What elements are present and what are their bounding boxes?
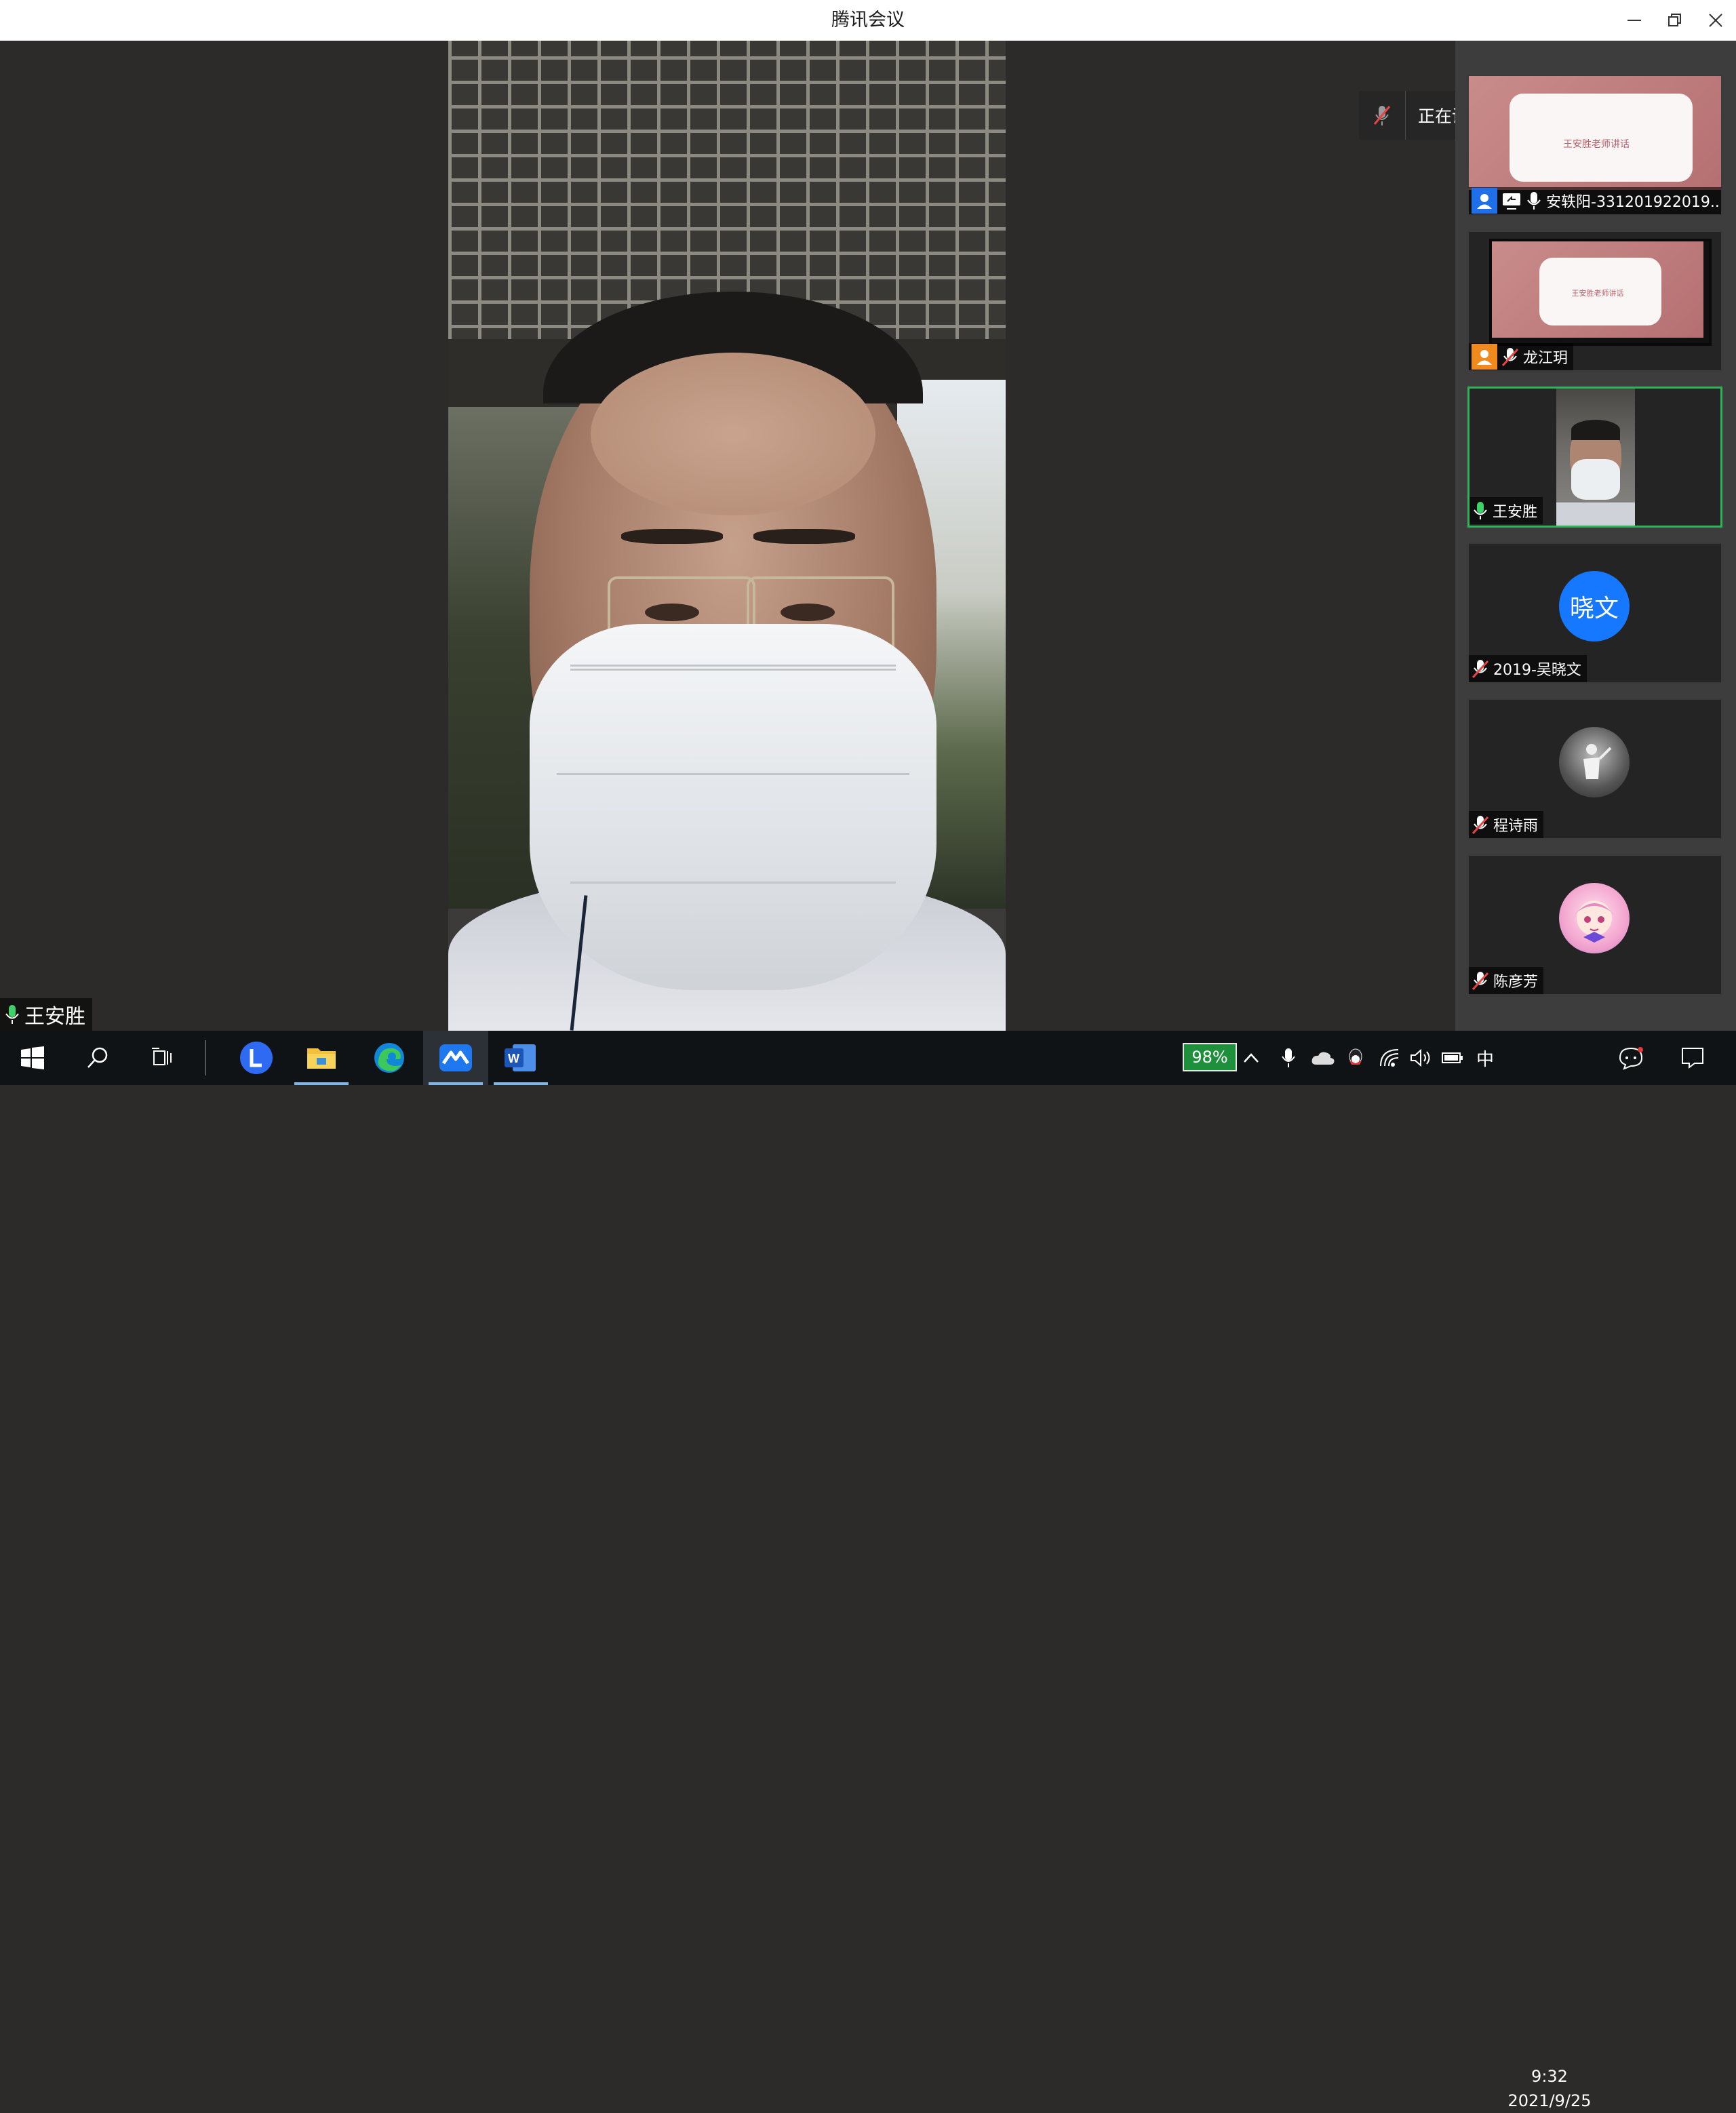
participant-name: 龙江玥 bbox=[1523, 350, 1569, 367]
participant-name: 陈彦芳 bbox=[1493, 974, 1539, 991]
participant-tile-active[interactable]: 王安胜 bbox=[1467, 387, 1722, 528]
participant-name: 程诗雨 bbox=[1493, 818, 1539, 835]
clock-time: 9:32 bbox=[1531, 2067, 1568, 2086]
avatar bbox=[1559, 883, 1630, 953]
mic-muted-icon bbox=[1472, 816, 1489, 835]
tray-battery-button[interactable] bbox=[1439, 1031, 1466, 1085]
tray-assistant-button[interactable] bbox=[1614, 1031, 1648, 1085]
participant-camera-thumbnail bbox=[1556, 389, 1635, 526]
word-icon: W bbox=[505, 1044, 536, 1071]
participant-name: 王安胜 bbox=[1493, 504, 1538, 521]
qq-penguin-icon bbox=[1349, 1048, 1362, 1065]
cohost-icon bbox=[1472, 344, 1497, 370]
wifi-icon bbox=[1380, 1049, 1399, 1067]
speaker-volume-icon bbox=[1410, 1048, 1430, 1067]
lark-app-button[interactable] bbox=[224, 1031, 289, 1085]
tray-volume-button[interactable] bbox=[1408, 1031, 1435, 1085]
tray-microphone-button[interactable] bbox=[1275, 1031, 1302, 1085]
participant-tile[interactable]: 王安胜老师讲话 龙江玥 bbox=[1467, 231, 1722, 372]
avatar-anime-icon bbox=[1574, 901, 1615, 943]
edge-button[interactable] bbox=[357, 1031, 422, 1085]
windows-start-icon bbox=[21, 1046, 44, 1069]
notification-icon bbox=[1682, 1048, 1703, 1069]
tray-network-button[interactable] bbox=[1377, 1031, 1404, 1085]
chevron-up-icon bbox=[1244, 1053, 1259, 1063]
mic-muted-icon bbox=[1501, 348, 1519, 367]
taskbar: W 中 9:32 2021/9/25 bbox=[0, 1031, 1736, 2110]
ime-indicator[interactable]: 中 bbox=[1472, 1031, 1499, 1085]
participant-name: 2019-吴晓文 bbox=[1493, 662, 1581, 679]
participant-sidebar[interactable]: 王安胜老师讲话 安轶阳-331201922019... 王安胜老师讲话 龙江玥 … bbox=[1455, 41, 1736, 1031]
participant-tile[interactable]: 晓文 2019-吴晓文 bbox=[1467, 542, 1722, 684]
cloud-icon bbox=[1311, 1052, 1335, 1065]
mic-muted-icon bbox=[1472, 972, 1489, 991]
file-explorer-icon bbox=[307, 1048, 336, 1069]
main-speaker-tag: 王安胜 bbox=[0, 998, 92, 1031]
tray-qq-button[interactable] bbox=[1343, 1031, 1368, 1085]
face-mask bbox=[530, 624, 936, 990]
lark-icon bbox=[240, 1042, 273, 1074]
minimize-button[interactable] bbox=[1614, 0, 1655, 41]
clock-date: 2021/9/25 bbox=[1507, 2091, 1592, 2110]
shared-slide-thumbnail: 王安胜老师讲话 bbox=[1469, 76, 1721, 190]
start-button[interactable] bbox=[0, 1031, 65, 1085]
show-hidden-icons-button[interactable] bbox=[1241, 1031, 1261, 1085]
edge-icon bbox=[374, 1043, 404, 1073]
mic-icon bbox=[1527, 192, 1541, 210]
chat-bubble-icon bbox=[1619, 1047, 1643, 1070]
participant-tile[interactable]: 程诗雨 bbox=[1467, 698, 1722, 840]
tray-onedrive-button[interactable] bbox=[1309, 1031, 1337, 1085]
main-video-feed[interactable] bbox=[448, 41, 1006, 1031]
title-bar: 腾讯会议 bbox=[0, 0, 1736, 41]
search-button[interactable] bbox=[65, 1031, 130, 1085]
close-button[interactable] bbox=[1695, 0, 1736, 41]
host-icon bbox=[1472, 188, 1497, 214]
monitor-thumbnail: 王安胜老师讲话 bbox=[1489, 239, 1712, 346]
screen-share-icon bbox=[1503, 193, 1520, 210]
word-button[interactable]: W bbox=[488, 1031, 553, 1085]
participant-tile[interactable]: 王安胜老师讲话 安轶阳-331201922019... bbox=[1467, 75, 1722, 216]
task-view-button[interactable] bbox=[130, 1031, 195, 1085]
tencent-meeting-button[interactable] bbox=[423, 1031, 488, 1085]
participant-tile[interactable]: 陈彦芳 bbox=[1467, 854, 1722, 995]
main-speaker-name: 王安胜 bbox=[24, 1005, 85, 1029]
svg-text:W: W bbox=[508, 1052, 519, 1065]
avatar: 晓文 bbox=[1559, 571, 1630, 641]
restore-icon bbox=[1668, 14, 1681, 26]
participant-name: 安轶阳-331201922019... bbox=[1546, 194, 1722, 211]
mic-muted-icon bbox=[1472, 660, 1489, 679]
close-icon bbox=[1709, 14, 1722, 27]
mic-icon bbox=[1474, 502, 1487, 519]
restore-button[interactable] bbox=[1655, 0, 1695, 41]
mic-icon bbox=[1282, 1048, 1295, 1067]
battery-icon bbox=[1442, 1052, 1463, 1063]
minimize-icon bbox=[1628, 20, 1641, 21]
search-icon bbox=[87, 1047, 108, 1068]
file-explorer-button[interactable] bbox=[289, 1031, 354, 1085]
action-center-button[interactable] bbox=[1674, 1031, 1712, 1085]
window-title: 腾讯会议 bbox=[831, 9, 905, 31]
battery-percentage-badge[interactable]: 98% bbox=[1183, 1043, 1237, 1071]
main-stage: 王安胜 bbox=[0, 41, 1455, 1031]
task-view-icon bbox=[152, 1048, 172, 1065]
tencent-meeting-icon bbox=[439, 1044, 472, 1071]
avatar-photo-icon bbox=[1583, 744, 1612, 779]
mic-muted-icon bbox=[1373, 106, 1391, 125]
mic-icon bbox=[5, 1005, 19, 1024]
avatar bbox=[1559, 727, 1630, 797]
system-clock[interactable]: 9:32 2021/9/25 bbox=[1505, 2064, 1594, 2113]
